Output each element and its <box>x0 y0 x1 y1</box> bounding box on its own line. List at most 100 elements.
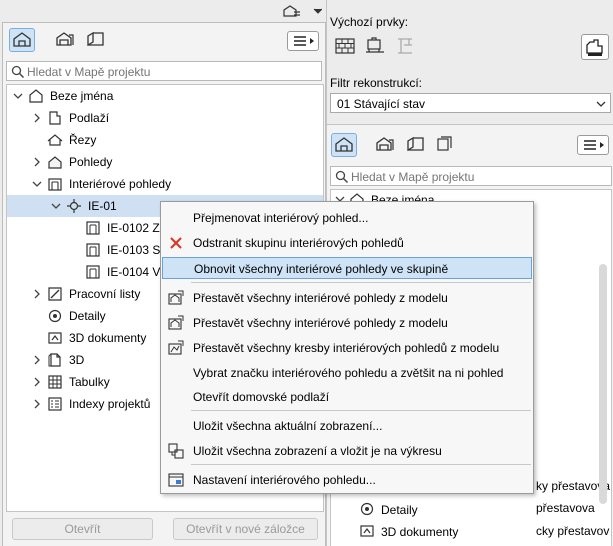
renovation-filter-value: 01 Stávající stav <box>337 97 426 111</box>
interior-marker-icon <box>66 198 82 214</box>
delete-x-icon <box>168 235 184 251</box>
brick-icon[interactable] <box>333 34 357 58</box>
search-input[interactable] <box>27 64 307 79</box>
tree-item-label[interactable]: 3D dokumenty <box>381 525 458 539</box>
layout-book-tab[interactable] <box>83 28 109 52</box>
tree-item-label: Pohledy <box>69 155 113 169</box>
search-input[interactable] <box>351 169 613 184</box>
chevron-right-icon[interactable] <box>32 113 42 123</box>
tree-item-label: Interiérové pohledy <box>69 177 172 191</box>
menu-item-label: Otevřít domovské podlaží <box>193 390 330 404</box>
context-menu-item[interactable]: Obnovit všechny interiérové pohledy ve s… <box>162 257 532 279</box>
navigator-menu-button[interactable] <box>287 31 319 51</box>
chevron-right-icon[interactable] <box>32 377 42 387</box>
context-menu-item[interactable]: Uložit všechna zobrazení a vložit je na … <box>162 440 532 462</box>
tree-item-label: Tabulky <box>69 375 110 389</box>
3d-document-icon <box>47 330 63 346</box>
tree-item-label: Detaily <box>69 309 106 323</box>
context-menu-item[interactable]: Přestavět všechny interiérové pohledy z … <box>162 287 532 309</box>
rebuild-icon <box>168 315 184 331</box>
view-map-tab[interactable] <box>53 28 79 52</box>
menu-item-label: Uložit všechna aktuální zobrazení... <box>193 419 383 433</box>
tree-row[interactable]: Pohledy <box>7 151 323 173</box>
column-icon[interactable] <box>393 34 417 58</box>
tree-item-label[interactable]: Detaily <box>381 503 418 517</box>
story-icon <box>47 110 63 126</box>
tree-item-label: Řezy <box>69 133 97 147</box>
schedule-icon <box>47 374 63 390</box>
elevation-icon <box>47 154 63 170</box>
project-map-tab[interactable] <box>9 28 35 52</box>
tree-row[interactable]: Řezy <box>7 129 323 151</box>
chevron-down-icon[interactable] <box>32 179 42 189</box>
menu-separator <box>191 410 531 411</box>
3d-icon <box>47 352 63 368</box>
chevron-right-icon[interactable] <box>32 355 42 365</box>
partial-row-label: přestavova <box>536 501 595 515</box>
menu-item-label: Nastavení interiérového pohledu... <box>193 473 376 487</box>
settings-dialog-icon <box>168 472 184 488</box>
context-menu-item[interactable]: Otevřít domovské podlaží <box>162 386 532 408</box>
publisher-sets-tab[interactable] <box>433 133 459 157</box>
open-in-new-tab-button[interactable]: Otevřít v nové záložce <box>173 518 318 540</box>
chevron-down-icon[interactable] <box>51 201 61 211</box>
menu-item-label: Přestavět všechny kresby interiérových p… <box>193 341 500 355</box>
project-map-tab[interactable] <box>331 133 357 157</box>
chevron-down-icon[interactable] <box>13 91 23 101</box>
view-map-tab[interactable] <box>373 133 399 157</box>
tree-item-label: Podlaží <box>69 111 110 125</box>
open-button[interactable]: Otevřít <box>12 518 153 540</box>
menu-separator <box>191 282 531 283</box>
detail-icon <box>47 308 63 324</box>
search-icon <box>11 65 25 79</box>
menu-item-label: Obnovit všechny interiérové pohledy ve s… <box>194 262 449 276</box>
context-menu-item[interactable]: Přestavět všechny kresby interiérových p… <box>162 337 532 359</box>
renovation-filter-label: Filtr rekonstrukcí: <box>330 76 423 90</box>
chevron-right-icon[interactable] <box>32 399 42 409</box>
rebuild-drawing-icon <box>168 340 184 356</box>
menu-separator <box>191 464 531 465</box>
project-index-icon <box>47 396 63 412</box>
detail-icon <box>359 501 375 517</box>
interior-view-icon <box>85 242 101 258</box>
machine-icon[interactable] <box>363 34 387 58</box>
view-options-icon[interactable] <box>280 3 322 19</box>
tree-item-label: 3D <box>69 353 85 367</box>
chevron-right-icon[interactable] <box>32 289 42 299</box>
tree-row[interactable]: Beze jména <box>7 85 323 107</box>
tree-item-label: IE-01 <box>88 199 117 213</box>
interior-elevation-icon <box>47 176 63 192</box>
pick-up-settings-button[interactable] <box>581 34 609 60</box>
renovation-filter-select[interactable]: 01 Stávající stav <box>330 93 611 113</box>
tree-item-label: Indexy projektů <box>69 397 151 411</box>
chevron-right-icon[interactable] <box>32 157 42 167</box>
interior-view-icon <box>85 264 101 280</box>
context-menu-item[interactable]: Nastavení interiérového pohledu... <box>162 469 532 491</box>
tree-row[interactable]: Podlaží <box>7 107 323 129</box>
project-map-search[interactable] <box>330 166 613 186</box>
tree-item-label: Pracovní listy <box>69 287 141 301</box>
navigator-menu-button[interactable] <box>577 135 609 155</box>
3d-document-icon <box>359 523 375 539</box>
context-menu: Přejmenovat interiérový pohled... Odstran… <box>160 201 534 494</box>
context-menu-item[interactable]: Přestavět všechny interiérové pohledy z … <box>162 312 532 334</box>
house-icon <box>28 88 44 104</box>
rebuild-icon <box>168 290 184 306</box>
tree-item-label: Beze jména <box>50 89 114 103</box>
search-icon <box>335 170 349 184</box>
chevron-down-icon <box>596 101 606 107</box>
partial-row-label: cky přestavov <box>536 524 610 538</box>
menu-item-label: Přestavět všechny interiérové pohledy z … <box>193 291 448 305</box>
context-menu-item[interactable]: Uložit všechna aktuální zobrazení... <box>162 415 532 437</box>
tree-row[interactable]: Interiérové pohledy <box>7 173 323 195</box>
layout-book-tab[interactable] <box>403 133 429 157</box>
context-menu-item[interactable]: Přejmenovat interiérový pohled... <box>162 207 532 229</box>
tree-item-label: 3D dokumenty <box>69 331 147 345</box>
menu-item-label: Přejmenovat interiérový pohled... <box>193 211 369 225</box>
navigator-top-strip <box>0 0 326 22</box>
context-menu-item[interactable]: Vybrat značku interiérového pohledu a zv… <box>162 362 532 384</box>
menu-item-label: Vybrat značku interiérového pohledu a zv… <box>193 366 504 380</box>
project-map-search[interactable] <box>6 61 322 81</box>
scrollbar[interactable] <box>599 264 607 504</box>
context-menu-item[interactable]: Odstranit skupinu interiérových pohledů <box>162 232 532 254</box>
